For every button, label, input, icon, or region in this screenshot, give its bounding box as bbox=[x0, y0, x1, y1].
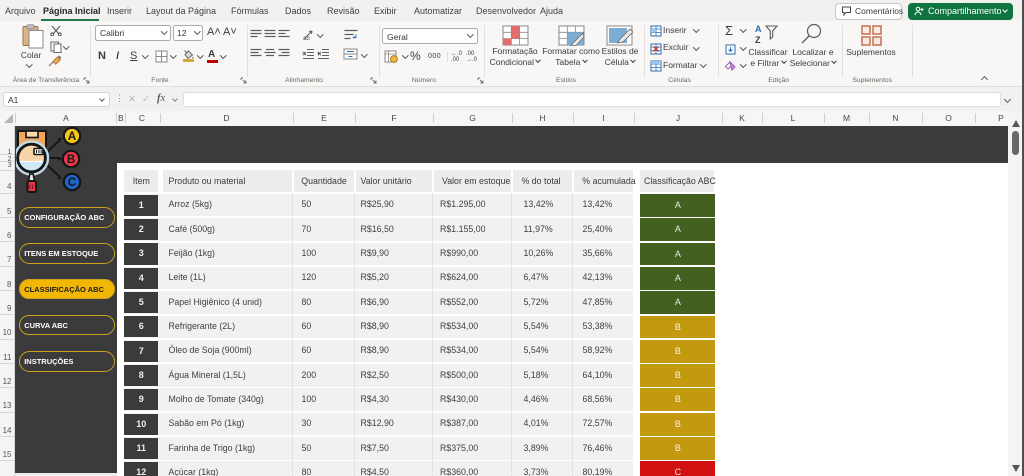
svg-text:C: C bbox=[68, 177, 76, 189]
svg-text:A: A bbox=[755, 24, 762, 34]
svg-text:A: A bbox=[68, 131, 76, 143]
svg-text:B: B bbox=[67, 154, 75, 166]
svg-text:ab: ab bbox=[303, 36, 310, 41]
svg-text:Z: Z bbox=[755, 35, 761, 45]
